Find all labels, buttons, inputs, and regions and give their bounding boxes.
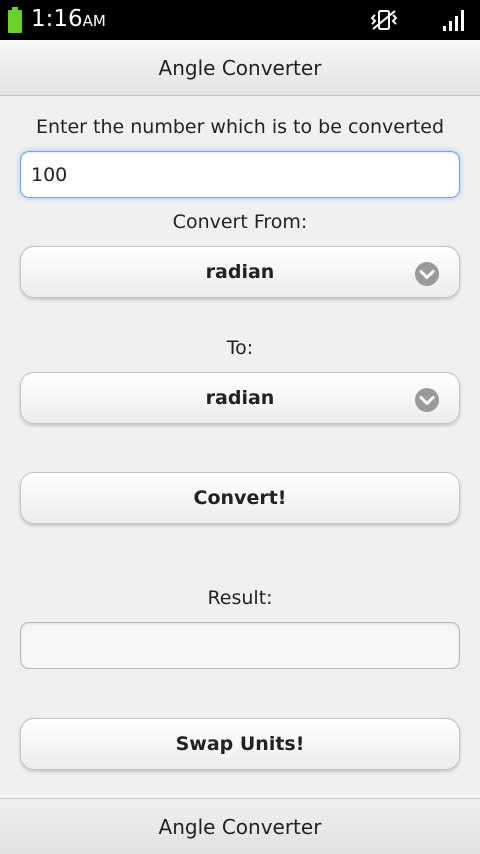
battery-icon (8, 7, 22, 33)
convert-from-label: Convert From: (172, 211, 308, 233)
status-bar: 1:16AM (0, 0, 480, 40)
convert-to-value: radian (205, 387, 275, 409)
chevron-down-icon (415, 388, 439, 412)
convert-to-select[interactable]: radian (20, 372, 460, 424)
convert-to-label: To: (226, 337, 254, 359)
vibrate-icon (370, 10, 398, 30)
result-label: Result: (207, 587, 273, 609)
page-title: Angle Converter (158, 55, 322, 80)
clock-time: 1:16 (31, 6, 83, 32)
convert-from-select[interactable]: radian (20, 246, 460, 298)
footer-bar: Angle Converter (0, 798, 480, 854)
result-field (20, 622, 460, 669)
number-input[interactable] (20, 151, 460, 198)
title-bar: Angle Converter (0, 40, 480, 96)
chevron-down-icon (415, 262, 439, 286)
signal-icon (443, 10, 464, 31)
footer-title: Angle Converter (158, 814, 322, 839)
clock-ampm: AM (82, 12, 106, 30)
convert-button[interactable]: Convert! (20, 472, 460, 524)
status-clock: 1:16AM (31, 6, 106, 32)
number-prompt-label: Enter the number which is to be converte… (35, 116, 445, 138)
swap-units-button[interactable]: Swap Units! (20, 718, 460, 770)
convert-from-value: radian (205, 261, 275, 283)
